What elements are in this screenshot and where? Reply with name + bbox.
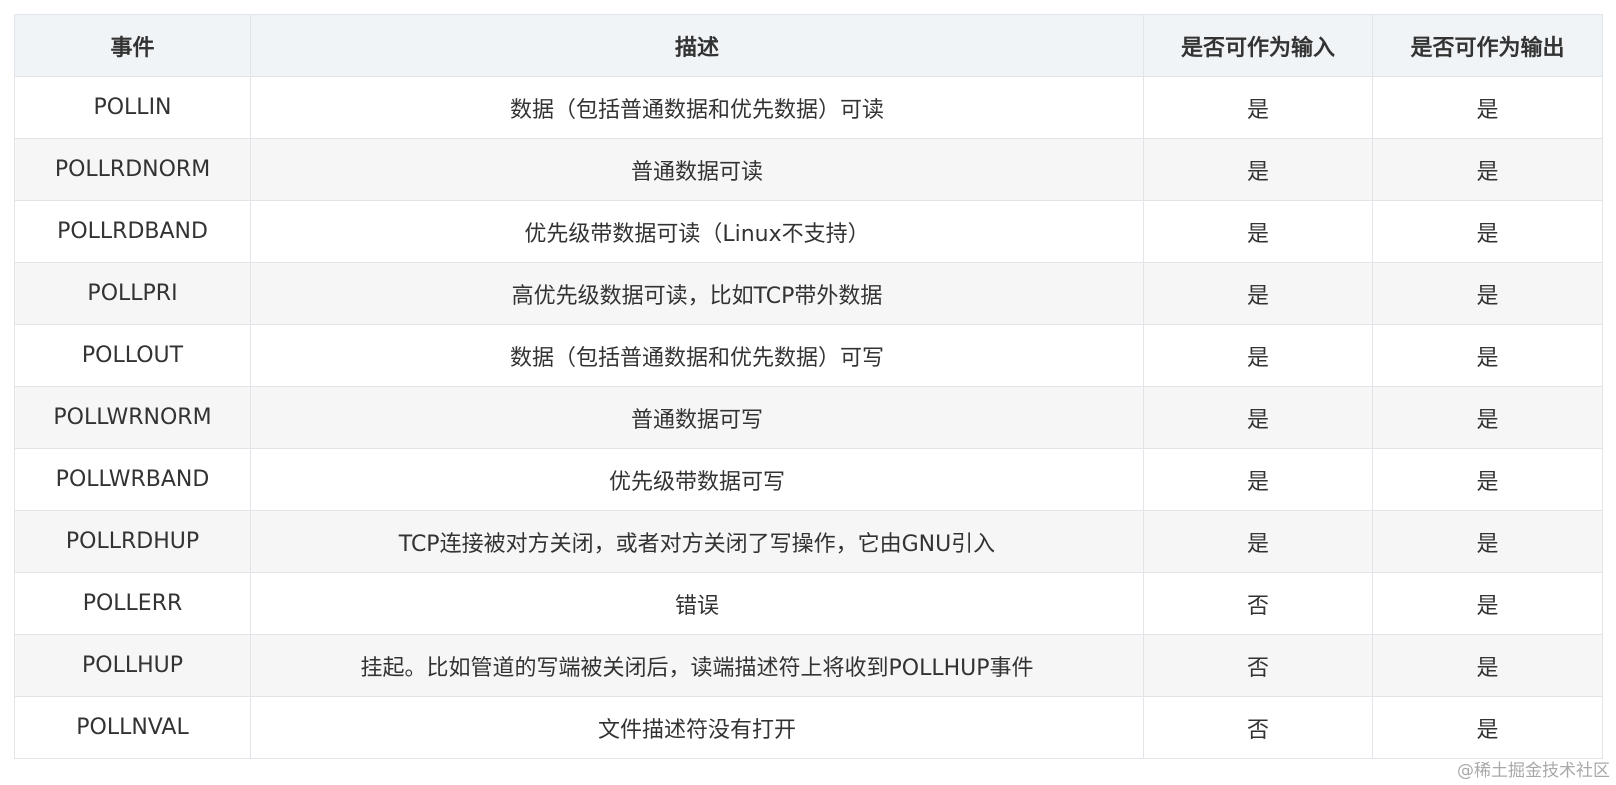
cell-description: 优先级带数据可写	[250, 448, 1144, 511]
cell-description: 普通数据可写	[250, 386, 1144, 449]
cell-description: TCP连接被对方关闭，或者对方关闭了写操作，它由GNU引入	[250, 510, 1144, 573]
cell-as-output: 是	[1372, 634, 1603, 697]
cell-event: POLLRDNORM	[14, 138, 251, 201]
poll-events-table: 事件 描述 是否可作为输入 是否可作为输出 POLLIN 数据（包括普通数据和优先…	[14, 14, 1603, 759]
cell-as-input: 否	[1143, 696, 1373, 759]
cell-description: 数据（包括普通数据和优先数据）可写	[250, 324, 1144, 387]
cell-event: POLLWRBAND	[14, 448, 251, 511]
cell-event: POLLHUP	[14, 634, 251, 697]
table-row: POLLWRBAND 优先级带数据可写是是	[14, 448, 1603, 511]
cell-as-output: 是	[1372, 138, 1603, 201]
table-row: POLLERR 错误否是	[14, 572, 1603, 635]
header-event: 事件	[14, 14, 251, 77]
cell-description: 高优先级数据可读，比如TCP带外数据	[250, 262, 1144, 325]
cell-as-output: 是	[1372, 76, 1603, 139]
watermark: @稀土掘金技术社区	[1457, 761, 1610, 781]
cell-as-output: 是	[1372, 324, 1603, 387]
table-header: 事件 描述 是否可作为输入 是否可作为输出	[14, 14, 1603, 77]
table-row: POLLNVAL 文件描述符没有打开否是	[14, 696, 1603, 759]
header-as-input: 是否可作为输入	[1143, 14, 1373, 77]
cell-event: POLLWRNORM	[14, 386, 251, 449]
table-row: POLLRDNORM 普通数据可读是是	[14, 138, 1603, 201]
cell-event: POLLNVAL	[14, 696, 251, 759]
cell-as-output: 是	[1372, 386, 1603, 449]
table-row: POLLOUT 数据（包括普通数据和优先数据）可写是是	[14, 324, 1603, 387]
cell-as-output: 是	[1372, 510, 1603, 573]
cell-as-input: 是	[1143, 386, 1373, 449]
cell-as-input: 是	[1143, 510, 1373, 573]
table-row: POLLRDBAND 优先级带数据可读（Linux不支持）是是	[14, 200, 1603, 263]
table-row: POLLRDHUP TCP连接被对方关闭，或者对方关闭了写操作，它由GNU引入是是	[14, 510, 1603, 573]
table-body: POLLIN 数据（包括普通数据和优先数据）可读是是 POLLRDNORM 普通数据可…	[14, 76, 1603, 759]
cell-as-input: 是	[1143, 324, 1373, 387]
cell-as-output: 是	[1372, 696, 1603, 759]
table-row: POLLHUP 挂起。比如管道的写端被关闭后，读端描述符上将收到POLLHUP事件…	[14, 634, 1603, 697]
cell-description: 普通数据可读	[250, 138, 1144, 201]
cell-event: POLLRDBAND	[14, 200, 251, 263]
table-row: POLLIN 数据（包括普通数据和优先数据）可读是是	[14, 76, 1603, 139]
cell-as-input: 是	[1143, 138, 1373, 201]
cell-as-input: 否	[1143, 634, 1373, 697]
cell-event: POLLPRI	[14, 262, 251, 325]
cell-description: 挂起。比如管道的写端被关闭后，读端描述符上将收到POLLHUP事件	[250, 634, 1144, 697]
cell-description: 文件描述符没有打开	[250, 696, 1144, 759]
cell-as-input: 是	[1143, 262, 1373, 325]
cell-event: POLLRDHUP	[14, 510, 251, 573]
cell-as-input: 否	[1143, 572, 1373, 635]
cell-event: POLLOUT	[14, 324, 251, 387]
header-as-output: 是否可作为输出	[1372, 14, 1603, 77]
table-row: POLLWRNORM 普通数据可写是是	[14, 386, 1603, 449]
cell-description: 优先级带数据可读（Linux不支持）	[250, 200, 1144, 263]
header-description: 描述	[250, 14, 1144, 77]
table-row: POLLPRI 高优先级数据可读，比如TCP带外数据是是	[14, 262, 1603, 325]
cell-as-output: 是	[1372, 572, 1603, 635]
cell-as-input: 是	[1143, 76, 1373, 139]
cell-as-output: 是	[1372, 448, 1603, 511]
cell-event: POLLERR	[14, 572, 251, 635]
cell-event: POLLIN	[14, 76, 251, 139]
cell-description: 数据（包括普通数据和优先数据）可读	[250, 76, 1144, 139]
header-row: 事件 描述 是否可作为输入 是否可作为输出	[14, 14, 1603, 77]
cell-as-output: 是	[1372, 262, 1603, 325]
cell-as-input: 是	[1143, 200, 1373, 263]
cell-description: 错误	[250, 572, 1144, 635]
cell-as-output: 是	[1372, 200, 1603, 263]
cell-as-input: 是	[1143, 448, 1373, 511]
